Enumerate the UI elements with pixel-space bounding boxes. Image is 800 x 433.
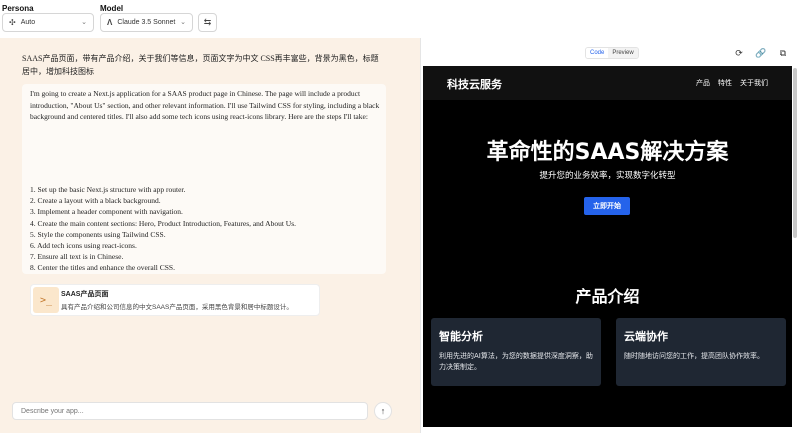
artifact-description: 具有产品介绍和公司信息的中文SAAS产品页面，采用黑色背景和居中标题设计。 <box>61 304 293 311</box>
feature-title: 云端协作 <box>624 330 668 343</box>
feature-card: 云端协作 随时随地访问您的工作，提高团队协作效率。 <box>616 318 786 386</box>
section-title: 产品介绍 <box>575 287 640 306</box>
list-item: 2. Create a layout with a black backgrou… <box>30 196 161 206</box>
tab-preview[interactable]: Preview <box>608 48 638 58</box>
chevron-down-icon: ⌄ <box>81 19 87 26</box>
feature-description: 利用先进的AI算法，为您的数据提供深度洞察，助力决策制定。 <box>439 352 593 371</box>
preview-toolbar: Code Preview ⟳ 🔗 ⧉ <box>421 38 800 66</box>
nav-link-products[interactable]: 产品 <box>696 78 710 88</box>
user-message: SAAS产品页面，带有产品介绍，关于我们等信息，页面文字为中文 CSS再丰富些，… <box>22 54 379 76</box>
terminal-icon: >_ <box>33 287 59 313</box>
step-list: 1. Set up the basic Next.js structure wi… <box>30 184 382 274</box>
send-button[interactable]: ↑ <box>374 402 392 420</box>
copy-icon: ⧉ <box>779 47 787 58</box>
model-value: Claude 3.5 Sonnet <box>117 19 176 26</box>
artifact-card[interactable]: >_ SAAS产品页面 具有产品介绍和公司信息的中文SAAS产品页面，采用黑色背… <box>30 284 320 316</box>
feature-description: 随时随地访问您的工作，提高团队协作效率。 <box>624 352 764 360</box>
persona-label: Persona <box>2 4 34 13</box>
refresh-icon: ⟳ <box>735 47 743 58</box>
preview-panel: Code Preview ⟳ 🔗 ⧉ 科技云服务 产品 特性 关于我们 革命性的… <box>420 38 800 433</box>
site-brand[interactable]: 科技云服务 <box>447 76 502 92</box>
feature-title: 智能分析 <box>439 330 483 343</box>
hero-subtitle: 提升您的业务效率，实现数字化转型 <box>539 171 676 181</box>
hero-title: 革命性的SAAS解决方案 <box>486 140 729 165</box>
nav-link-about[interactable]: 关于我们 <box>740 78 768 88</box>
assistant-intro: I'm going to create a Next.js applicatio… <box>30 89 380 121</box>
model-select[interactable]: Λ Claude 3.5 Sonnet ⌄ <box>100 13 193 32</box>
nav-link-features[interactable]: 特性 <box>718 78 732 88</box>
site-preview: 科技云服务 产品 特性 关于我们 革命性的SAAS解决方案 提升您的业务效率，实… <box>423 66 792 427</box>
preview-scrollbar[interactable] <box>793 68 797 238</box>
site-header: 科技云服务 产品 特性 关于我们 <box>423 66 792 100</box>
link-button[interactable]: 🔗 <box>753 45 769 61</box>
copy-button[interactable]: ⧉ <box>775 45 791 61</box>
chat-input[interactable] <box>12 402 368 420</box>
arrow-up-icon: ↑ <box>380 406 386 416</box>
list-item: 1. Set up the basic Next.js structure wi… <box>30 185 186 194</box>
list-item: 5. Style the components using Tailwind C… <box>30 229 166 239</box>
chat-panel: SAAS产品页面，带有产品介绍，关于我们等信息，页面文字为中文 CSS再丰富些，… <box>0 38 420 433</box>
swap-button[interactable]: ⇆ <box>198 13 217 32</box>
cta-button[interactable]: 立即开始 <box>584 197 630 215</box>
chevron-down-icon: ⌄ <box>180 19 186 26</box>
persona-select[interactable]: ✣ Auto ⌄ <box>2 13 94 32</box>
feature-card: 智能分析 利用先进的AI算法，为您的数据提供深度洞察，助力决策制定。 <box>431 318 601 386</box>
list-item: 7. Ensure all text is in Chinese. <box>30 252 124 262</box>
refresh-button[interactable]: ⟳ <box>731 45 747 61</box>
site-nav-links: 产品 特性 关于我们 <box>696 78 768 88</box>
artifact-title: SAAS产品页面 <box>61 291 109 298</box>
list-item: 6. Add tech icons using react-icons. <box>30 241 137 251</box>
link-icon: 🔗 <box>755 47 767 58</box>
list-item: 4. Create the main content sections: Her… <box>30 218 296 228</box>
top-bar: Persona ✣ Auto ⌄ Model Λ Claude 3.5 Sonn… <box>0 0 800 39</box>
sparkle-icon: ✣ <box>9 18 16 27</box>
assistant-message: I'm going to create a Next.js applicatio… <box>22 84 386 316</box>
persona-value: Auto <box>20 19 36 26</box>
list-item: 8. Center the titles and enhance the ove… <box>30 263 175 273</box>
tab-code[interactable]: Code <box>586 48 609 58</box>
view-toggle: Code Preview <box>585 47 639 59</box>
swap-icon: ⇆ <box>203 17 212 27</box>
anthropic-icon: Λ <box>107 18 113 27</box>
list-item: 3. Implement a header component with nav… <box>30 207 183 217</box>
model-label: Model <box>100 4 124 13</box>
